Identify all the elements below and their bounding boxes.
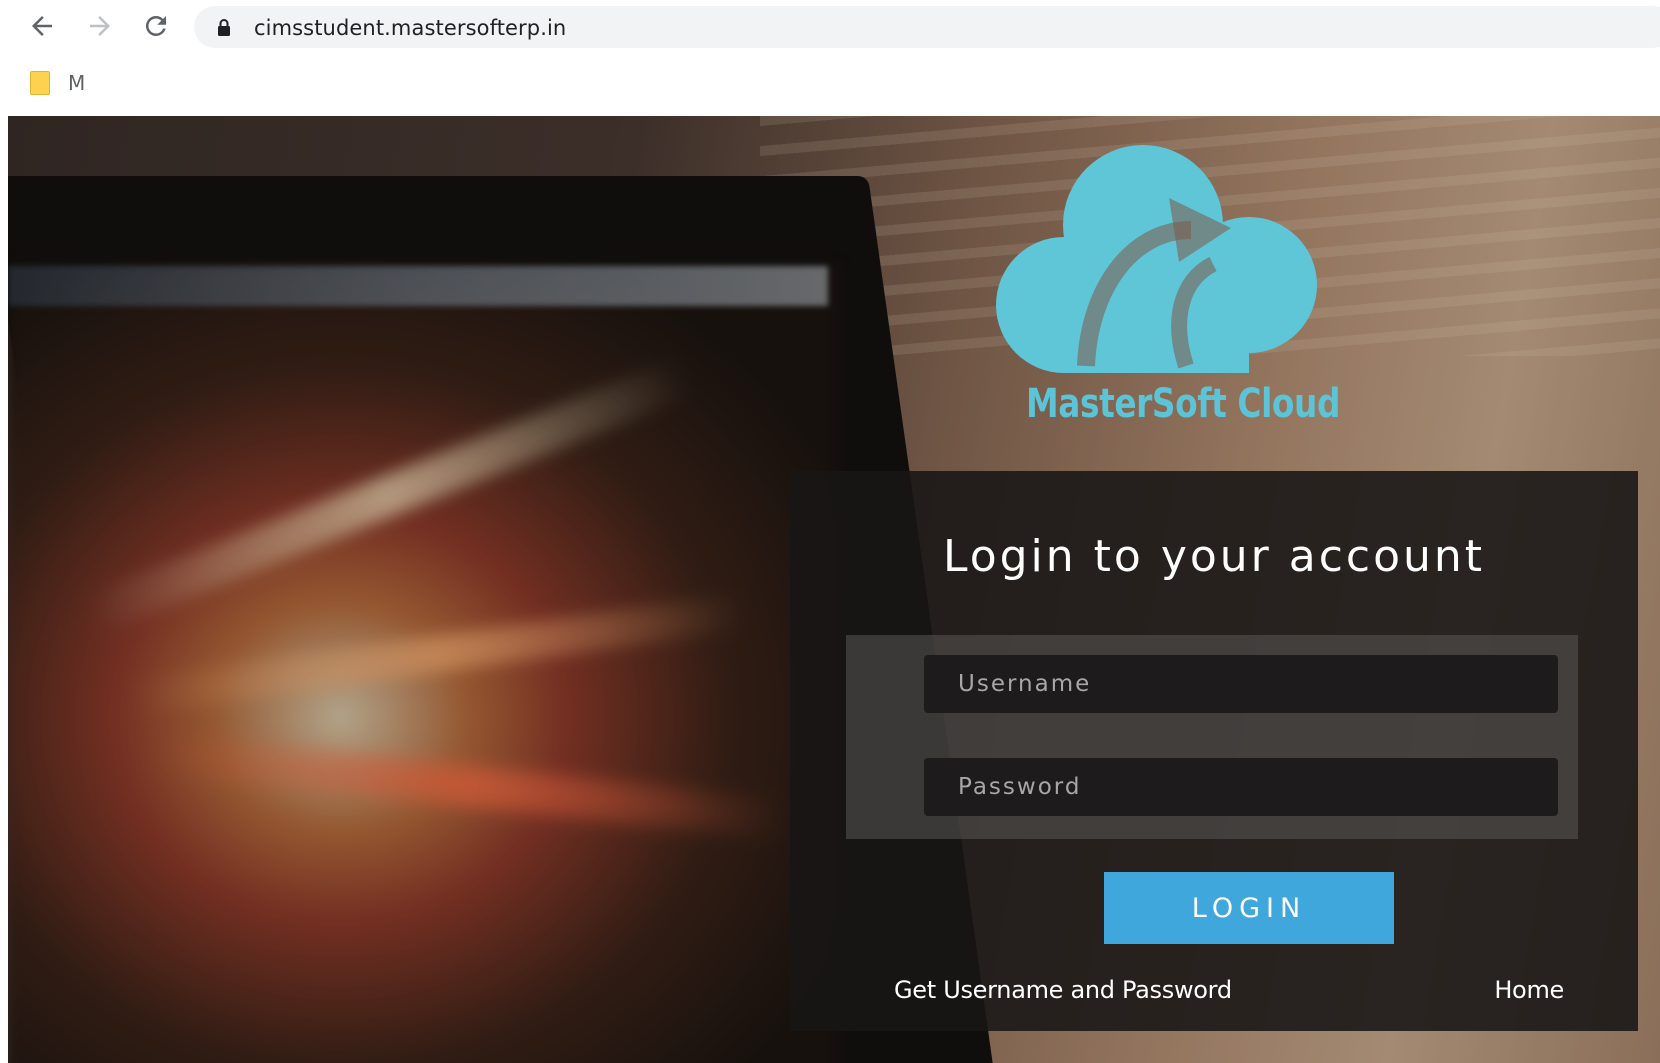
lock-icon: [218, 19, 230, 36]
page-viewport: MasterSoft Cloud Login to your account L…: [8, 116, 1660, 1063]
address-bar[interactable]: cimsstudent.mastersofterp.in: [194, 6, 1660, 48]
login-button[interactable]: LOGIN: [1104, 872, 1394, 944]
url-text: cimsstudent.mastersofterp.in: [254, 16, 567, 40]
username-input[interactable]: [924, 655, 1558, 713]
browser-toolbar: cimsstudent.mastersofterp.in: [0, 0, 1660, 54]
arrow-left-icon: [32, 16, 52, 36]
get-credentials-link[interactable]: Get Username and Password: [894, 976, 1232, 1004]
bookmark-label: M: [68, 71, 86, 95]
back-button[interactable]: [24, 8, 60, 44]
bookmarks-bar: M: [0, 54, 1660, 114]
arrow-right-icon: [90, 16, 110, 36]
reload-icon: [145, 15, 166, 36]
password-input[interactable]: [924, 758, 1558, 816]
login-title: Login to your account: [942, 531, 1486, 582]
forward-button[interactable]: [82, 8, 118, 44]
reload-button[interactable]: [138, 8, 174, 44]
brand-name: MasterSoft Cloud: [1026, 381, 1341, 427]
bookmark-folder[interactable]: M: [30, 68, 85, 98]
cloud-icon: [996, 145, 1317, 373]
home-link[interactable]: Home: [1494, 976, 1564, 1004]
credentials-box: [846, 635, 1578, 839]
login-panel: Login to your account LOGIN Get Username…: [790, 471, 1638, 1031]
folder-icon: [30, 71, 50, 95]
